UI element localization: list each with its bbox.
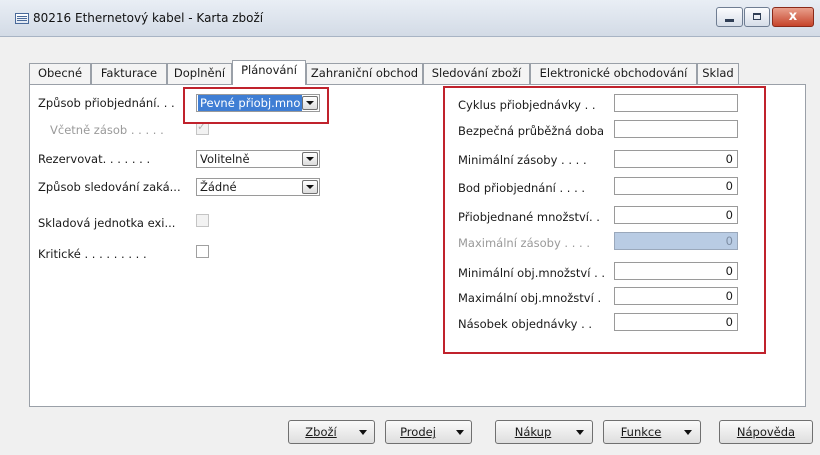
dropdown-arrow-icon xyxy=(684,430,692,435)
dropdown-arrow-icon xyxy=(359,430,367,435)
dropdown-arrow-icon xyxy=(576,430,584,435)
minimize-icon xyxy=(725,19,734,22)
tab-doplneni[interactable]: Doplnění xyxy=(167,63,232,84)
tab-zahranicni-obchod[interactable]: Zahraniční obchod xyxy=(306,63,423,84)
critical-label: Kritické . . . . . . . . . xyxy=(38,247,147,261)
sku-exists-label: Skladová jednotka exi... xyxy=(38,216,176,230)
order-tracking-select[interactable]: Žádné xyxy=(196,178,320,196)
item-card-window: 80216 Ethernetový kabel - Karta zboží x … xyxy=(0,0,820,455)
purchase-menu-button[interactable]: Nákup xyxy=(495,420,593,444)
reserve-label: Rezervovat. . . . . . . xyxy=(38,152,151,166)
maximize-icon xyxy=(753,13,761,20)
tab-elektronicke-obchodovani[interactable]: Elektronické obchodování xyxy=(530,63,697,84)
include-inventory-label: Včetně zásob . . . . . xyxy=(50,123,164,137)
tab-fakturace[interactable]: Fakturace xyxy=(91,63,167,84)
close-icon: x xyxy=(788,9,798,24)
reserve-select[interactable]: Volitelně xyxy=(196,150,320,168)
close-button[interactable]: x xyxy=(772,7,814,27)
highlight-box-reorder-policy xyxy=(183,87,329,124)
sku-exists-checkbox[interactable] xyxy=(196,214,209,227)
sales-menu-button[interactable]: Prodej xyxy=(385,420,472,444)
reorder-policy-label: Způsob přiobjednání. . . xyxy=(38,96,175,110)
tab-sledovani-zbozi[interactable]: Sledování zboží xyxy=(423,63,530,84)
tab-planovani[interactable]: Plánování xyxy=(232,60,306,85)
item-menu-button[interactable]: Zboží xyxy=(288,420,375,444)
functions-menu-button[interactable]: Funkce xyxy=(603,420,701,444)
card-icon xyxy=(15,13,29,24)
dropdown-arrow-icon xyxy=(456,430,464,435)
title-bar: 80216 Ethernetový kabel - Karta zboží x xyxy=(0,0,820,37)
minimize-button[interactable] xyxy=(716,7,743,27)
highlight-box-planning-parameters xyxy=(443,86,766,354)
window-title: 80216 Ethernetový kabel - Karta zboží xyxy=(33,11,264,25)
critical-checkbox[interactable] xyxy=(196,245,209,258)
help-button[interactable]: Nápověda xyxy=(719,420,813,444)
order-tracking-label: Způsob sledování zaká... xyxy=(38,180,181,194)
tab-obecne[interactable]: Obecné xyxy=(29,63,91,84)
chevron-down-icon[interactable] xyxy=(302,152,318,166)
chevron-down-icon[interactable] xyxy=(302,180,318,194)
maximize-button[interactable] xyxy=(744,7,770,27)
tab-sklad[interactable]: Sklad xyxy=(697,63,739,84)
